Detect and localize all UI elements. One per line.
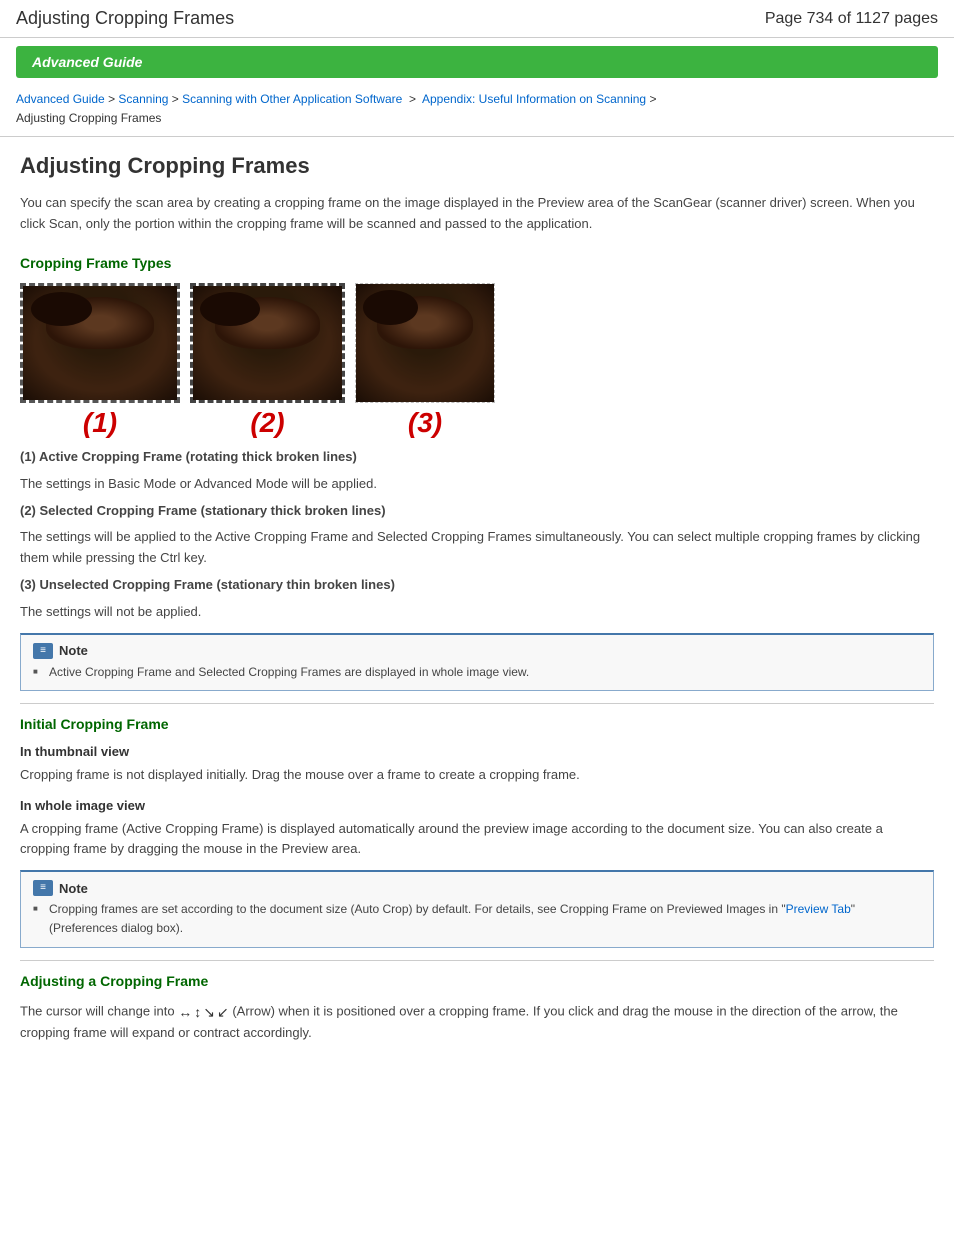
frame-3-label: (3) Unselected Cropping Frame (stationar…	[20, 575, 934, 596]
note-box-2: ≡ Note Cropping frames are set according…	[20, 870, 934, 947]
main-page-title: Adjusting Cropping Frames	[20, 153, 934, 179]
breadcrumb-current: Adjusting Cropping Frames	[16, 111, 161, 125]
note-item-1: Active Cropping Frame and Selected Cropp…	[33, 663, 921, 682]
arrow-2: ↕	[194, 1001, 201, 1023]
divider-1	[20, 703, 934, 704]
section-heading-adjusting: Adjusting a Cropping Frame	[20, 973, 934, 989]
note-icon-1: ≡	[33, 643, 53, 659]
intro-paragraph: You can specify the scan area by creatin…	[20, 193, 934, 235]
frame-1-number: (1)	[83, 407, 117, 439]
frame-1-image	[20, 283, 180, 403]
cursor-arrows: ↔ ↕ ↘ ↙	[178, 1001, 228, 1023]
frame-1-label: (1) Active Cropping Frame (rotating thic…	[20, 447, 934, 468]
frame-3-number: (3)	[408, 407, 442, 439]
page-title-header: Adjusting Cropping Frames	[16, 8, 234, 29]
divider-2	[20, 960, 934, 961]
dog-image-2	[193, 286, 342, 400]
section-cropping-frame-types: Cropping Frame Types (1) (2)	[20, 255, 934, 691]
frame-1-detail: The settings in Basic Mode or Advanced M…	[20, 474, 934, 495]
whole-image-text: A cropping frame (Active Cropping Frame)…	[20, 819, 934, 861]
breadcrumb-advanced-guide[interactable]: Advanced Guide	[16, 92, 105, 106]
frame-2-number: (2)	[250, 407, 284, 439]
preview-tab-link[interactable]: Preview Tab	[786, 902, 851, 916]
note-item-2: Cropping frames are set according to the…	[33, 900, 921, 938]
note-icon-2: ≡	[33, 880, 53, 896]
arrow-4: ↙	[217, 1001, 229, 1023]
arrow-1: ↔	[178, 1001, 192, 1023]
banner-text: Advanced Guide	[32, 54, 142, 70]
dog-image-1	[23, 286, 177, 400]
note-box-1: ≡ Note Active Cropping Frame and Selecte…	[20, 633, 934, 691]
dog-image-3	[356, 284, 494, 402]
breadcrumb-scanning[interactable]: Scanning	[118, 92, 168, 106]
frame-2-image	[190, 283, 345, 403]
advanced-guide-banner: Advanced Guide	[16, 46, 938, 78]
thumbnail-text: Cropping frame is not displayed initiall…	[20, 765, 934, 786]
frame-2-label: (2) Selected Cropping Frame (stationary …	[20, 501, 934, 522]
sub-heading-thumbnail: In thumbnail view	[20, 744, 934, 759]
breadcrumb-scanning-other[interactable]: Scanning with Other Application Software	[182, 92, 402, 106]
frame-3-detail: The settings will not be applied.	[20, 602, 934, 623]
note-label-2: Note	[59, 881, 88, 896]
section-heading-initial: Initial Cropping Frame	[20, 716, 934, 732]
sub-heading-whole-image: In whole image view	[20, 798, 934, 813]
top-bar: Adjusting Cropping Frames Page 734 of 11…	[0, 0, 954, 38]
section-initial-cropping-frame: Initial Cropping Frame In thumbnail view…	[20, 716, 934, 948]
adjusting-text: The cursor will change into ↔ ↕ ↘ ↙ (Arr…	[20, 1001, 934, 1044]
arrow-3: ↘	[203, 1001, 215, 1023]
frame-descriptions: (1) Active Cropping Frame (rotating thic…	[20, 447, 934, 623]
note-label-1: Note	[59, 643, 88, 658]
page-info: Page 734 of 1127 pages	[765, 10, 938, 28]
frame-1-container: (1)	[20, 283, 180, 439]
main-content: Adjusting Cropping Frames You can specif…	[0, 137, 954, 1067]
breadcrumb: Advanced Guide > Scanning > Scanning wit…	[0, 86, 954, 137]
cropping-images-row: (1) (2) (3)	[20, 283, 934, 439]
frame-3-image	[355, 283, 495, 403]
note-header-2: ≡ Note	[33, 880, 921, 896]
section-adjusting: Adjusting a Cropping Frame The cursor wi…	[20, 973, 934, 1044]
frame-3-container: (3)	[355, 283, 495, 439]
section-heading-types: Cropping Frame Types	[20, 255, 934, 271]
note-header-1: ≡ Note	[33, 643, 921, 659]
breadcrumb-appendix[interactable]: Appendix: Useful Information on Scanning	[422, 92, 646, 106]
frame-2-detail: The settings will be applied to the Acti…	[20, 527, 934, 569]
frame-2-container: (2)	[190, 283, 345, 439]
